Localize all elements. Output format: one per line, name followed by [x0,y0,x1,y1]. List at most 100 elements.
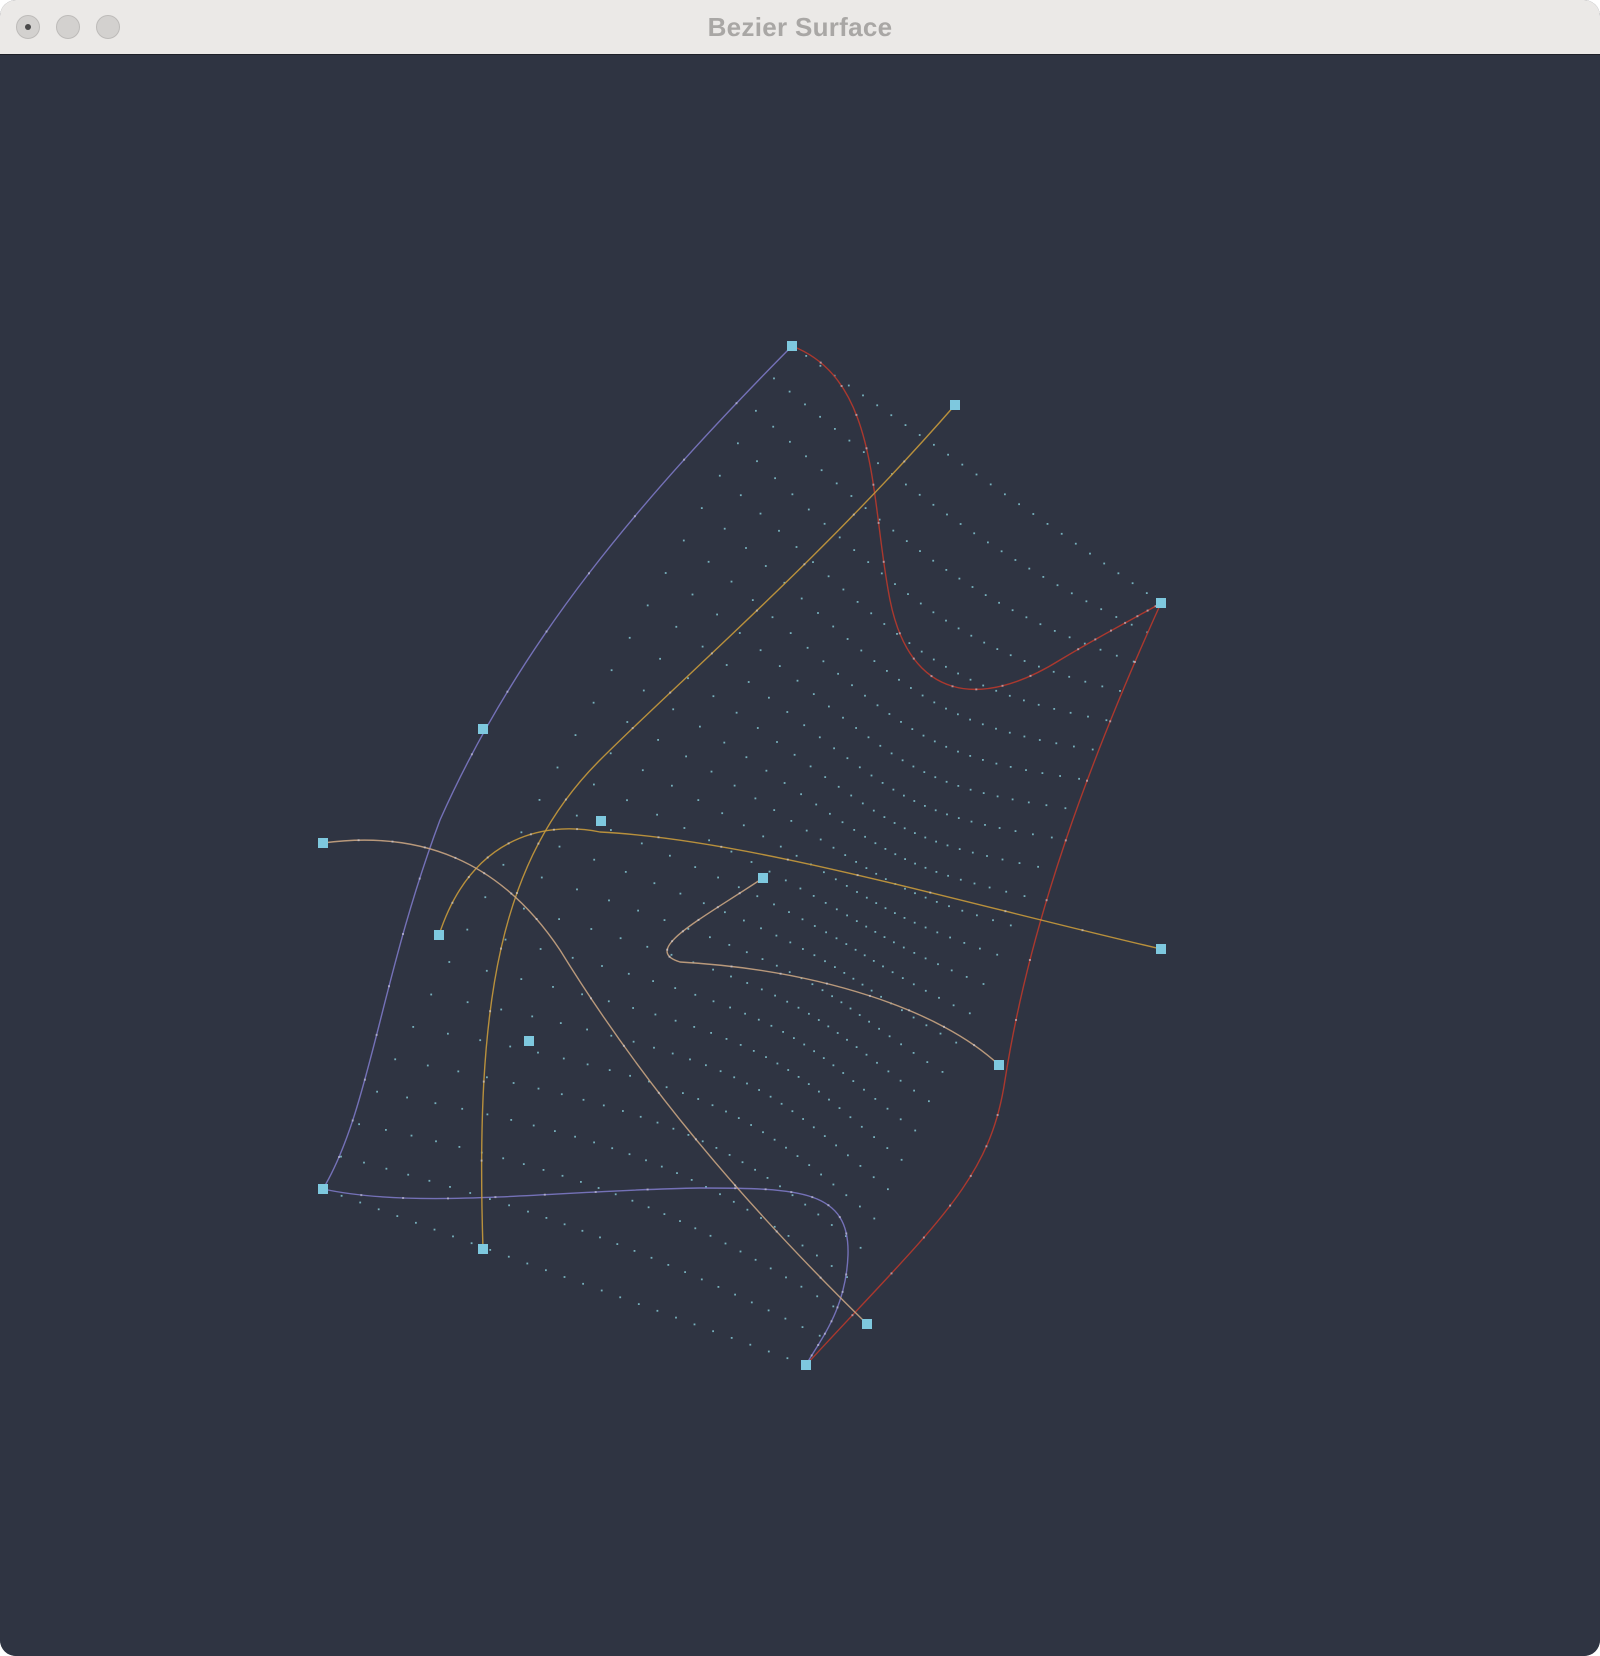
surface-sample-point [783,782,786,784]
surface-sample-point [750,861,753,863]
surface-sample-point [806,646,809,649]
control-point-12[interactable] [478,1244,488,1254]
surface-sample-point [1059,775,1061,777]
surface-sample-point [973,532,976,535]
surface-sample-point [905,483,907,486]
surface-sample-point [1105,719,1108,722]
curve-sample-dot [838,1216,841,1219]
surface-sample-point [872,1176,875,1179]
surface-sample-point [858,766,861,769]
control-point-6[interactable] [758,873,768,883]
surface-sample-point [779,1185,781,1188]
surface-sample-point [919,550,921,552]
surface-sample-point [559,1022,562,1024]
control-point-11[interactable] [318,1184,328,1194]
render-canvas[interactable] [0,56,1600,1656]
surface-sample-point [807,1083,810,1085]
control-point-9[interactable] [524,1036,534,1046]
surface-sample-point [873,660,876,662]
surface-sample-point [922,734,925,737]
surface-sample-point [793,753,796,756]
surface-sample-point [574,1135,576,1138]
surface-sample-point [1046,523,1049,525]
surface-sample-point [849,1116,852,1119]
surface-sample-point [820,469,823,472]
surface-sample-point [667,1264,670,1266]
surface-sample-point [961,463,964,466]
surface-sample-point [744,1012,746,1015]
surface-sample-point [827,575,830,578]
surface-sample-point [861,802,864,805]
surface-sample-point [537,1087,540,1090]
surface-sample-point [773,1138,776,1141]
surface-sample-point [725,664,728,666]
surface-sample-point [683,827,686,829]
control-point-1[interactable] [950,400,960,410]
control-points[interactable] [318,341,1166,1370]
curve-sample-dot [840,385,843,387]
curve-sample-dot [827,1204,830,1207]
surface-sample-point [904,858,906,860]
title-bar[interactable]: Bezier Surface [0,0,1600,55]
curve-sample-dot [622,1044,625,1047]
surface-sample-point [789,941,792,944]
bezier-surface-view[interactable] [0,56,1600,1656]
surface-sample-point [812,693,815,695]
surface-sample-point [773,377,775,380]
surface-sample-point [679,1220,681,1222]
curve-sample-dot [1086,779,1088,782]
surface-sample-point [407,1173,410,1176]
boundary-curve-top-right [791,345,1162,690]
surface-sample-point [884,878,887,880]
surface-sample-point [581,1229,584,1232]
control-point-5[interactable] [318,838,328,848]
curve-sample-dot [1028,959,1031,961]
boundary-curve-bottom [322,1187,849,1366]
control-point-10[interactable] [994,1060,1004,1070]
surface-sample-point [867,736,870,739]
surface-sample-point [671,784,673,787]
surface-sample-point [762,1131,764,1134]
surface-sample-point [932,611,935,614]
control-point-8[interactable] [1156,944,1166,954]
surface-sample-point [447,1032,449,1035]
surface-sample-point [821,989,824,992]
surface-sample-point [872,809,875,812]
control-point-4[interactable] [596,816,606,826]
surface-sample-point [936,931,939,934]
control-point-13[interactable] [862,1319,872,1329]
surface-sample-point [846,638,849,640]
surface-sample-point [711,1104,714,1107]
surface-sample-point [650,1256,653,1259]
surface-sample-point [685,755,687,758]
surface-sample-point [791,493,794,496]
surface-sample-point [1025,769,1027,771]
surface-sample-point [1042,576,1045,578]
control-point-7[interactable] [434,930,444,940]
surface-sample-point [876,1061,878,1064]
curve-sample-dot [973,1044,976,1047]
curve-sample-dot [402,933,404,935]
surface-sample-point [961,909,964,912]
surface-sample-point [987,541,989,544]
surface-sample-point [701,1140,704,1143]
surface-sample-point [1130,623,1133,626]
surface-sample-point [913,952,916,954]
surface-sample-point [730,580,733,583]
surface-sample-point [522,1163,525,1165]
surface-sample-point [800,793,802,796]
surface-sample-point [752,1050,755,1052]
control-point-3[interactable] [478,724,488,734]
control-point-2[interactable] [1156,598,1166,608]
surface-sample-point [842,1072,845,1074]
surface-sample-point [619,937,622,940]
surface-sample-point [737,442,739,445]
curve-sample-dot [1136,615,1139,618]
surface-sample-point [757,1018,760,1021]
control-point-0[interactable] [787,341,797,351]
surface-sample-point [918,493,921,496]
surface-sample-point [803,724,806,727]
control-point-14[interactable] [801,1360,811,1370]
surface-sample-point [952,1004,955,1007]
curve-sample-dot [594,1191,597,1193]
